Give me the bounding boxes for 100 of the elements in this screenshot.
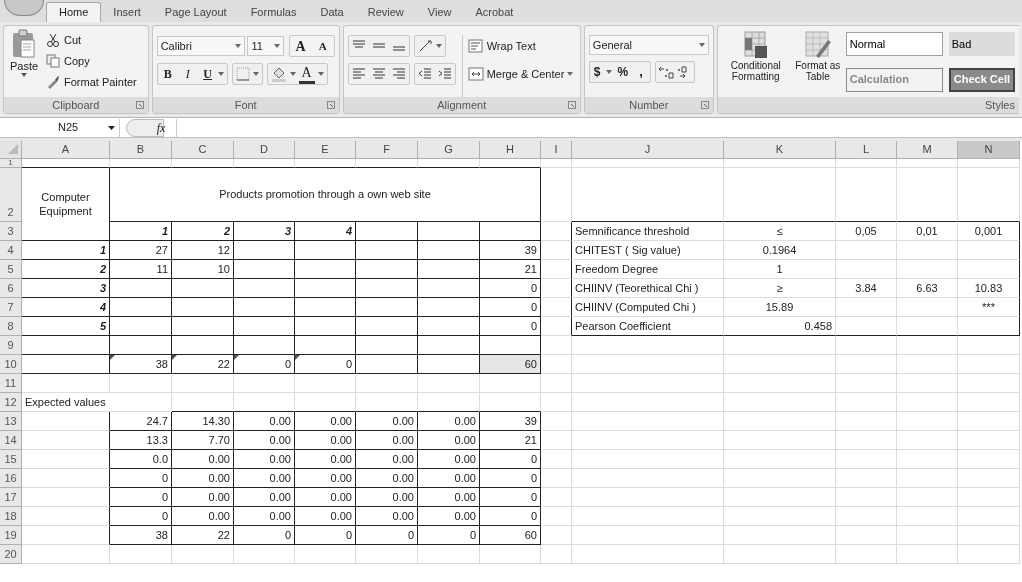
dialog-launcher-icon[interactable] xyxy=(567,101,576,109)
format-as-table-button[interactable]: Format as Table xyxy=(793,30,842,97)
column-header[interactable]: M xyxy=(897,141,958,159)
ribbon-tab[interactable]: Page Layout xyxy=(152,2,239,22)
table-cell: ≥ xyxy=(724,278,836,298)
increase-indent-icon[interactable] xyxy=(437,67,452,81)
ribbon-tab[interactable]: Acrobat xyxy=(463,2,526,22)
column-header[interactable]: C xyxy=(172,141,234,159)
column-header[interactable]: H xyxy=(480,141,541,159)
font-name-dropdown[interactable]: Calibri xyxy=(156,36,246,56)
table-cell: 0 xyxy=(480,506,541,526)
format-painter-button[interactable]: Format Painter xyxy=(46,72,137,92)
table-cell: 21 xyxy=(480,430,541,450)
table-cell: 0.00 xyxy=(295,449,356,469)
grow-font-button[interactable]: A xyxy=(289,36,312,56)
align-center-icon[interactable] xyxy=(371,67,386,81)
fill-color-icon[interactable] xyxy=(270,66,287,82)
table-cell: 15.89 xyxy=(724,297,836,317)
table-cell: 0.00 xyxy=(295,506,356,526)
clipboard-icon xyxy=(12,29,36,59)
column-header[interactable]: A xyxy=(22,141,110,159)
column-header[interactable]: K xyxy=(724,141,836,159)
table-cell: 0.00 xyxy=(295,487,356,507)
borders-button[interactable] xyxy=(231,63,263,85)
column-header[interactable]: I xyxy=(541,141,572,159)
group-label: Alignment xyxy=(437,97,487,113)
cut-button[interactable]: Cut xyxy=(46,30,137,50)
ribbon-tab[interactable]: Review xyxy=(355,2,416,22)
table-cell: 0.458 xyxy=(724,316,836,336)
bold-button[interactable]: B xyxy=(157,64,178,84)
cell-style-option[interactable]: Bad xyxy=(948,32,1015,56)
column-header[interactable]: N xyxy=(958,141,1020,159)
currency-button[interactable]: $ xyxy=(591,63,603,81)
wrap-text-button[interactable]: Wrap Text xyxy=(467,35,574,57)
diagonal-text-icon xyxy=(417,39,434,53)
table-cell: 0.00 xyxy=(356,411,418,431)
comma-button[interactable]: , xyxy=(634,62,648,82)
table-cell: 0 xyxy=(480,297,541,317)
ribbon-tab[interactable]: Insert xyxy=(101,2,153,22)
table-cell: 0 xyxy=(295,525,356,545)
align-left-icon[interactable] xyxy=(351,67,366,81)
table-cell: 38 xyxy=(155,357,168,370)
increase-decimal-icon[interactable] xyxy=(657,65,674,79)
table-cell: 0,01 xyxy=(897,221,958,241)
italic-button[interactable]: I xyxy=(177,64,198,84)
copy-button[interactable]: Copy xyxy=(46,51,137,71)
ribbon-tab[interactable]: Data xyxy=(308,2,356,22)
insert-function-button[interactable]: fx xyxy=(150,118,172,137)
table-cell: 27 xyxy=(110,240,172,260)
caret-icon xyxy=(108,125,115,130)
table-cell: 10 xyxy=(172,259,234,279)
table-cell: 1 xyxy=(22,240,110,260)
table-cell: 1 xyxy=(110,221,172,241)
paste-button[interactable]: Paste xyxy=(8,29,40,97)
column-header[interactable]: L xyxy=(836,141,897,159)
row-header[interactable]: 2 xyxy=(0,167,22,222)
table-cell: 0 xyxy=(110,468,172,488)
column-header[interactable]: J xyxy=(572,141,724,159)
dialog-launcher-icon[interactable] xyxy=(700,101,709,109)
merge-center-button[interactable]: Merge & Center xyxy=(467,63,574,85)
table-cell: 5 xyxy=(22,316,110,336)
percent-button[interactable]: % xyxy=(614,63,632,81)
orientation-button[interactable] xyxy=(413,35,446,57)
caret-icon xyxy=(317,72,324,76)
column-header[interactable]: B xyxy=(110,141,172,159)
column-header[interactable]: D xyxy=(234,141,295,159)
dialog-launcher-icon[interactable] xyxy=(326,101,335,109)
column-header[interactable]: G xyxy=(418,141,480,159)
table-cell: 0.00 xyxy=(295,468,356,488)
ribbon-tab[interactable]: View xyxy=(415,2,464,22)
table-cell: 0 xyxy=(480,449,541,469)
table-cell: 0 xyxy=(110,506,172,526)
table-cell: 0.00 xyxy=(356,430,418,450)
office-button[interactable] xyxy=(4,0,44,16)
number-format-dropdown[interactable]: General xyxy=(588,35,709,55)
conditional-formatting-button[interactable]: Conditional Formatting xyxy=(721,30,790,97)
row-header[interactable]: 1 xyxy=(0,158,22,168)
column-header[interactable]: E xyxy=(295,141,356,159)
table-cell: 3.84 xyxy=(836,278,897,298)
table-brush-icon xyxy=(803,30,832,60)
shrink-font-button[interactable]: A xyxy=(311,36,334,56)
table-cell: 0 xyxy=(418,525,480,545)
ribbon-tab[interactable]: Home xyxy=(46,2,102,22)
group-label: Number xyxy=(629,97,669,113)
cell-style-option[interactable]: Normal xyxy=(845,32,943,56)
borders-icon xyxy=(235,67,250,81)
table-cell: 0.00 xyxy=(295,411,356,431)
column-header[interactable]: F xyxy=(356,141,418,159)
ribbon-tab[interactable]: Formulas xyxy=(238,2,309,22)
table-cell: Expected values xyxy=(22,392,172,412)
underline-button[interactable]: U xyxy=(197,64,218,84)
name-box[interactable]: N25 xyxy=(0,118,120,137)
table-cell: 2 xyxy=(22,259,110,279)
table-cell: 0.00 xyxy=(356,449,418,469)
table-cell: 0.00 xyxy=(234,430,295,450)
decrease-indent-icon[interactable] xyxy=(417,67,432,81)
font-size-dropdown[interactable]: 11 xyxy=(247,36,284,56)
align-right-icon[interactable] xyxy=(391,67,406,81)
table-cell: CHIINV (Computed Chi ) xyxy=(572,297,724,317)
dialog-launcher-icon[interactable] xyxy=(135,101,144,109)
